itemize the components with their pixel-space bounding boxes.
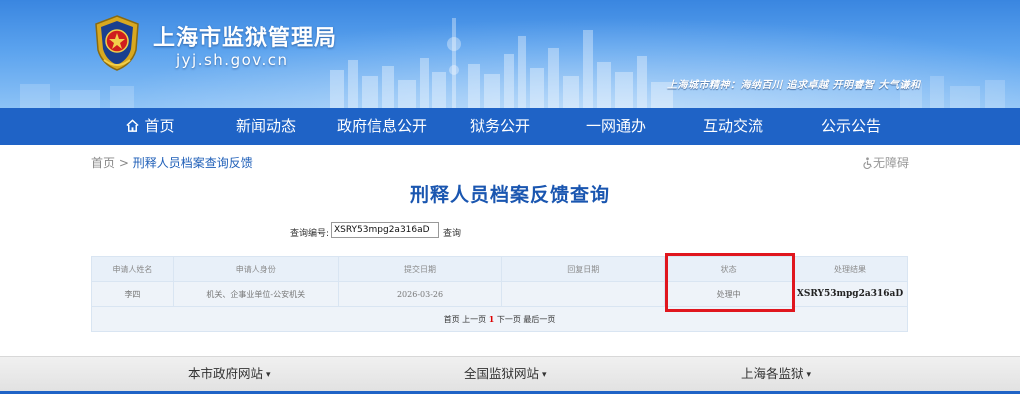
chevron-down-icon: ▾ — [266, 370, 271, 380]
cell-submit-date: 2026-03-26 — [337, 281, 503, 307]
police-emblem-icon — [95, 15, 139, 71]
column-header-applicant-identity: 申请人身份 — [172, 256, 339, 282]
query-button[interactable]: 查询 — [443, 226, 461, 239]
home-icon — [126, 119, 140, 132]
query-number-label: 查询编号: — [290, 229, 330, 239]
accessibility-link[interactable]: 无障碍 — [862, 154, 909, 171]
nav-item-interaction[interactable]: 互动交流 — [689, 108, 777, 145]
nav-item-label: 首页 — [144, 117, 175, 135]
status-highlight-box — [665, 253, 795, 312]
column-header-reply-date: 回复日期 — [501, 256, 666, 282]
breadcrumb: 首页 > 刑释人员档案查询反馈 — [91, 154, 253, 171]
breadcrumb-home-link[interactable]: 首页 — [91, 156, 115, 170]
wheelchair-icon — [863, 157, 872, 170]
nav-item-announcements[interactable]: 公示公告 — [807, 108, 895, 145]
column-header-result: 处理结果 — [791, 256, 909, 282]
cell-reply-date — [501, 281, 666, 307]
accessibility-label: 无障碍 — [873, 156, 910, 170]
nav-item-online-service[interactable]: 一网通办 — [572, 108, 660, 145]
cell-applicant-identity: 机关、企事业单位-公安机关 — [172, 281, 339, 307]
nav-item-gov-info[interactable]: 政府信息公开 — [330, 108, 434, 145]
chevron-down-icon: ▾ — [806, 370, 812, 380]
footer-dropdown-city-sites[interactable]: 本市政府网站 ▾ — [188, 363, 271, 382]
column-header-submit-date: 提交日期 — [337, 256, 503, 282]
city-spirit-slogan: 上海城市精神：海纳百川 追求卓越 开明睿智 大气谦和 — [667, 80, 921, 91]
breadcrumb-current[interactable]: 刑释人员档案查询反馈 — [133, 156, 253, 170]
site-domain: jyj.sh.gov.cn — [176, 51, 289, 69]
pager-first[interactable]: 首页 — [444, 315, 460, 324]
footer-dropdown-label: 上海各监狱 — [741, 366, 804, 381]
city-skyline-graphic — [20, 18, 1005, 108]
nav-item-prison-affairs[interactable]: 狱务公开 — [456, 108, 544, 145]
site-title: 上海市监狱管理局 — [153, 25, 338, 51]
nav-item-home[interactable]: 首页 — [110, 108, 190, 145]
footer-dropdown-national-prisons[interactable]: 全国监狱网站 ▾ — [464, 363, 547, 382]
pager-current: 1 — [488, 313, 495, 324]
query-number-input[interactable] — [331, 222, 439, 238]
pager-next[interactable]: 下一页 — [497, 315, 521, 324]
footer-dropdown-label: 全国监狱网站 — [464, 366, 540, 381]
cell-applicant-name: 李四 — [91, 281, 174, 307]
pager-last[interactable]: 最后一页 — [523, 315, 555, 324]
footer-dropdown-label: 本市政府网站 — [188, 366, 264, 381]
breadcrumb-separator: > — [118, 156, 129, 170]
page-title: 刑释人员档案反馈查询 — [409, 184, 610, 206]
column-header-applicant-name: 申请人姓名 — [91, 256, 174, 282]
footer-links-bar: 本市政府网站 ▾ 全国监狱网站 ▾ 上海各监狱 ▾ — [0, 356, 1020, 394]
main-nav: 首页 新闻动态 政府信息公开 狱务公开 一网通办 互动交流 公示公告 — [0, 108, 1020, 145]
pager-prev[interactable]: 上一页 — [462, 315, 486, 324]
nav-item-news[interactable]: 新闻动态 — [222, 108, 310, 145]
footer-dropdown-shanghai-prisons[interactable]: 上海各监狱 ▾ — [741, 363, 811, 382]
chevron-down-icon: ▾ — [542, 370, 547, 380]
cell-result: XSRY53mpg2a316aD — [791, 281, 909, 307]
header-banner: 上海市监狱管理局 jyj.sh.gov.cn 上海城市精神：海纳百川 追求卓越 … — [0, 0, 1020, 108]
